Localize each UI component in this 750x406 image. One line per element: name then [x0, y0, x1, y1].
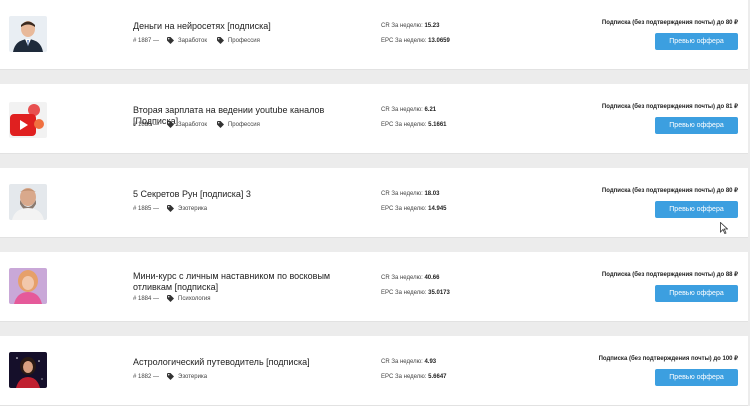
tag-label: Профессия — [227, 121, 260, 128]
offer-tag: Эзотерика — [167, 205, 207, 212]
offer-tag: Заработок — [167, 121, 207, 128]
tag-icon — [167, 37, 175, 44]
epc-stat: EPC За неделю: 5.1661 — [381, 122, 447, 128]
epc-value: 35.0173 — [428, 290, 450, 296]
epc-stat: EPC За неделю: 35.0173 — [381, 290, 450, 296]
epc-label: EPC За неделю: — [381, 290, 427, 296]
tag-label: Эзотерика — [178, 373, 208, 380]
cr-value: 15.23 — [424, 23, 440, 29]
offer-thumbnail[interactable] — [9, 102, 47, 138]
offer-title[interactable]: Астрологический путеводитель [подписка] — [133, 357, 363, 368]
subscription-payout: Подписка (без подтверждения почты) до 81… — [601, 104, 738, 110]
cr-stat: CR За неделю: 15.23 — [381, 23, 439, 29]
cr-stat: CR За неделю: 40.66 — [381, 275, 439, 281]
offer-thumbnail[interactable] — [9, 268, 47, 304]
offer-card: Вторая зарплата на ведении youtube канал… — [0, 84, 748, 154]
cr-label: CR За неделю: — [381, 107, 423, 113]
offer-id: # 1885 — — [133, 205, 160, 212]
mouse-cursor-icon — [720, 221, 729, 235]
preview-offer-button[interactable]: Превью оффера — [655, 201, 738, 218]
preview-offer-button[interactable]: Превью оффера — [655, 369, 738, 386]
tag-icon — [167, 295, 175, 302]
offer-thumbnail[interactable] — [9, 16, 47, 52]
tag-label: Заработок — [178, 37, 207, 44]
offer-thumbnail[interactable] — [9, 352, 47, 388]
offer-meta: # 1886 — Заработок Профессия — [133, 121, 270, 128]
subscription-payout: Подписка (без подтверждения почты) до 10… — [598, 356, 738, 362]
subscription-payout: Подписка (без подтверждения почты) до 80… — [601, 20, 738, 26]
cr-label: CR За неделю: — [381, 275, 423, 281]
cr-stat: CR За неделю: 6.21 — [381, 107, 436, 113]
epc-label: EPC За неделю: — [381, 374, 427, 380]
offer-tag: Эзотерика — [167, 373, 207, 380]
tag-label: Заработок — [178, 121, 207, 128]
tag-label: Психология — [178, 295, 211, 302]
offer-tag: Заработок — [167, 37, 207, 44]
epc-value: 5.1661 — [428, 122, 447, 128]
offer-card: Астрологический путеводитель [подписка] … — [0, 336, 748, 406]
cr-value: 40.66 — [424, 275, 440, 281]
preview-offer-button[interactable]: Превью оффера — [655, 117, 738, 134]
offer-meta: # 1884 — Психология — [133, 295, 221, 302]
cr-stat: CR За неделю: 18.03 — [381, 191, 439, 197]
epc-stat: EPC За неделю: 14.945 — [381, 206, 447, 212]
subscription-payout: Подписка (без подтверждения почты) до 80… — [601, 188, 738, 194]
offer-meta: # 1885 — Эзотерика — [133, 205, 217, 212]
tag-icon — [216, 121, 224, 128]
cr-label: CR За неделю: — [381, 23, 423, 29]
offer-tag: Психология — [167, 295, 211, 302]
offer-title[interactable]: 5 Секретов Рун [подписка] 3 — [133, 189, 363, 200]
cr-label: CR За неделю: — [381, 359, 423, 365]
epc-stat: EPC За неделю: 13.0659 — [381, 38, 450, 44]
offer-tag: Профессия — [216, 37, 260, 44]
offer-id: # 1882 — — [133, 373, 160, 380]
epc-value: 13.0659 — [428, 38, 450, 44]
tag-icon — [167, 205, 175, 212]
preview-offer-button[interactable]: Превью оффера — [655, 285, 738, 302]
offer-tag: Профессия — [216, 121, 260, 128]
tag-label: Эзотерика — [178, 205, 208, 212]
tag-icon — [216, 37, 224, 44]
offer-id: # 1884 — — [133, 295, 160, 302]
epc-label: EPC За неделю: — [381, 122, 427, 128]
epc-label: EPC За неделю: — [381, 206, 427, 212]
tag-icon — [167, 121, 175, 128]
cr-label: CR За неделю: — [381, 191, 423, 197]
epc-value: 14.945 — [428, 206, 447, 212]
tag-label: Профессия — [227, 37, 260, 44]
offer-card: 5 Секретов Рун [подписка] 3 # 1885 — Эзо… — [0, 168, 748, 238]
offer-title[interactable]: Деньги на нейросетях [подписка] — [133, 21, 363, 32]
cr-value: 4.93 — [424, 359, 437, 365]
offer-id: # 1887 — — [133, 37, 160, 44]
cr-value: 6.21 — [424, 107, 437, 113]
epc-stat: EPC За неделю: 5.6647 — [381, 374, 447, 380]
offer-meta: # 1887 — Заработок Профессия — [133, 37, 270, 44]
epc-label: EPC За неделю: — [381, 38, 427, 44]
offer-title[interactable]: Мини-курс с личным наставником по восков… — [133, 271, 363, 293]
offer-meta: # 1882 — Эзотерика — [133, 373, 217, 380]
offer-card: Деньги на нейросетях [подписка] # 1887 —… — [0, 0, 748, 70]
offer-card: Мини-курс с личным наставником по восков… — [0, 252, 748, 322]
subscription-payout: Подписка (без подтверждения почты) до 88… — [601, 272, 738, 278]
preview-offer-button[interactable]: Превью оффера — [655, 33, 738, 50]
cr-value: 18.03 — [424, 191, 440, 197]
offer-id: # 1886 — — [133, 121, 160, 128]
offer-thumbnail[interactable] — [9, 184, 47, 220]
epc-value: 5.6647 — [428, 374, 447, 380]
tag-icon — [167, 373, 175, 380]
cr-stat: CR За неделю: 4.93 — [381, 359, 436, 365]
